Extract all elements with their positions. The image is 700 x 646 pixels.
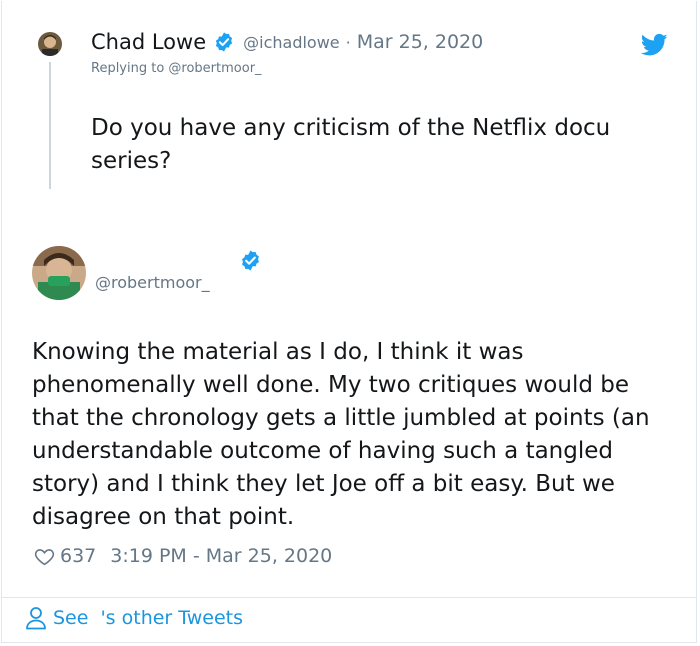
like-count[interactable]: 637: [60, 545, 96, 567]
verified-badge-icon: [216, 32, 233, 52]
replying-to-label[interactable]: Replying to @robertmoor_: [91, 61, 262, 76]
parent-header: Chad Lowe @ichadlowe · Mar 25, 2020: [91, 30, 483, 54]
thread-line: [49, 62, 51, 189]
footer-divider: [1, 597, 697, 598]
parent-date[interactable]: Mar 25, 2020: [357, 31, 484, 53]
twitter-bird-icon[interactable]: [641, 33, 668, 57]
main-handle[interactable]: @robertmoor_: [95, 273, 210, 292]
parent-handle[interactable]: @ichadlowe: [243, 33, 340, 52]
parent-tweet-text: Do you have any criticism of the Netflix…: [91, 115, 611, 174]
parent-avatar[interactable]: [38, 32, 62, 56]
other-tweets-label[interactable]: 's other Tweets: [100, 607, 243, 629]
see-label[interactable]: See: [53, 607, 88, 629]
main-avatar[interactable]: [32, 246, 86, 300]
see-other-tweets-link[interactable]: See 's other Tweets: [25, 606, 243, 630]
parent-display-name[interactable]: Chad Lowe: [91, 30, 206, 54]
heart-icon[interactable]: [34, 546, 55, 567]
separator-dot: ·: [345, 32, 351, 52]
person-icon: [26, 607, 46, 630]
verified-badge-icon: [242, 250, 259, 271]
main-tweet-text: Knowing the material as I do, I think it…: [32, 339, 650, 530]
tweet-meta: 637 3:19 PM - Mar 25, 2020: [34, 545, 332, 567]
tweet-timestamp[interactable]: 3:19 PM - Mar 25, 2020: [110, 545, 332, 567]
